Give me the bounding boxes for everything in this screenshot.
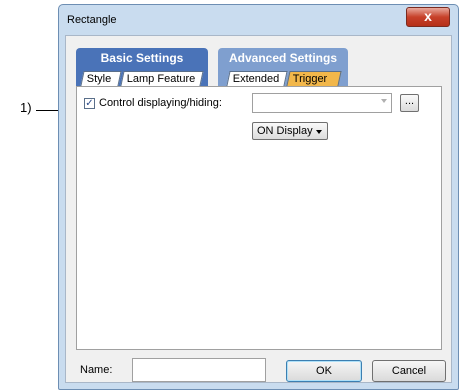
device-combo-box[interactable] xyxy=(252,93,392,113)
control-display-hiding-checkbox[interactable]: ✓ xyxy=(84,98,95,109)
window-title: Rectangle xyxy=(67,14,117,26)
tab-group-basic-settings[interactable]: Basic Settings Style Lamp Feature xyxy=(76,48,208,86)
display-condition-value: ON Display xyxy=(257,125,313,137)
cancel-button[interactable]: Cancel xyxy=(372,360,446,382)
tab-label: Style xyxy=(86,73,112,85)
chevron-down-icon xyxy=(381,99,387,103)
title-bar: Rectangle x xyxy=(59,5,458,33)
tab-label: Lamp Feature xyxy=(126,73,196,85)
tab-label: Trigger xyxy=(292,73,328,85)
control-display-hiding-label[interactable]: Control displaying/hiding: xyxy=(99,97,222,109)
chevron-down-icon xyxy=(316,130,322,134)
name-label: Name: xyxy=(80,364,113,376)
tab-group-advanced-settings[interactable]: Advanced Settings Extended Trigger xyxy=(218,48,348,86)
display-condition-dropdown[interactable]: ON Display xyxy=(252,122,328,140)
close-icon: x xyxy=(424,8,432,24)
tab-group-title: Advanced Settings xyxy=(228,51,338,65)
browse-button[interactable]: ... xyxy=(400,94,419,112)
tab-lamp-feature[interactable]: Lamp Feature xyxy=(120,71,204,86)
close-button[interactable]: x xyxy=(406,7,450,27)
dialog-window: Rectangle x Basic Settings Style Lamp Fe… xyxy=(58,4,459,390)
name-input[interactable] xyxy=(132,358,266,382)
tab-label: Extended xyxy=(232,73,280,85)
callout-label: 1) xyxy=(20,100,32,115)
check-mark-icon: ✓ xyxy=(85,98,94,109)
tab-extended[interactable]: Extended xyxy=(226,71,288,86)
tab-style[interactable]: Style xyxy=(80,71,122,86)
tab-group-title: Basic Settings xyxy=(100,51,184,65)
trigger-settings-panel: ✓ Control displaying/hiding: ... ON Disp… xyxy=(76,86,442,350)
dialog-client-area: Basic Settings Style Lamp Feature Advanc… xyxy=(65,35,452,383)
ok-button[interactable]: OK xyxy=(286,360,362,382)
ellipsis-icon: ... xyxy=(404,95,415,107)
tab-trigger[interactable]: Trigger xyxy=(286,71,342,86)
